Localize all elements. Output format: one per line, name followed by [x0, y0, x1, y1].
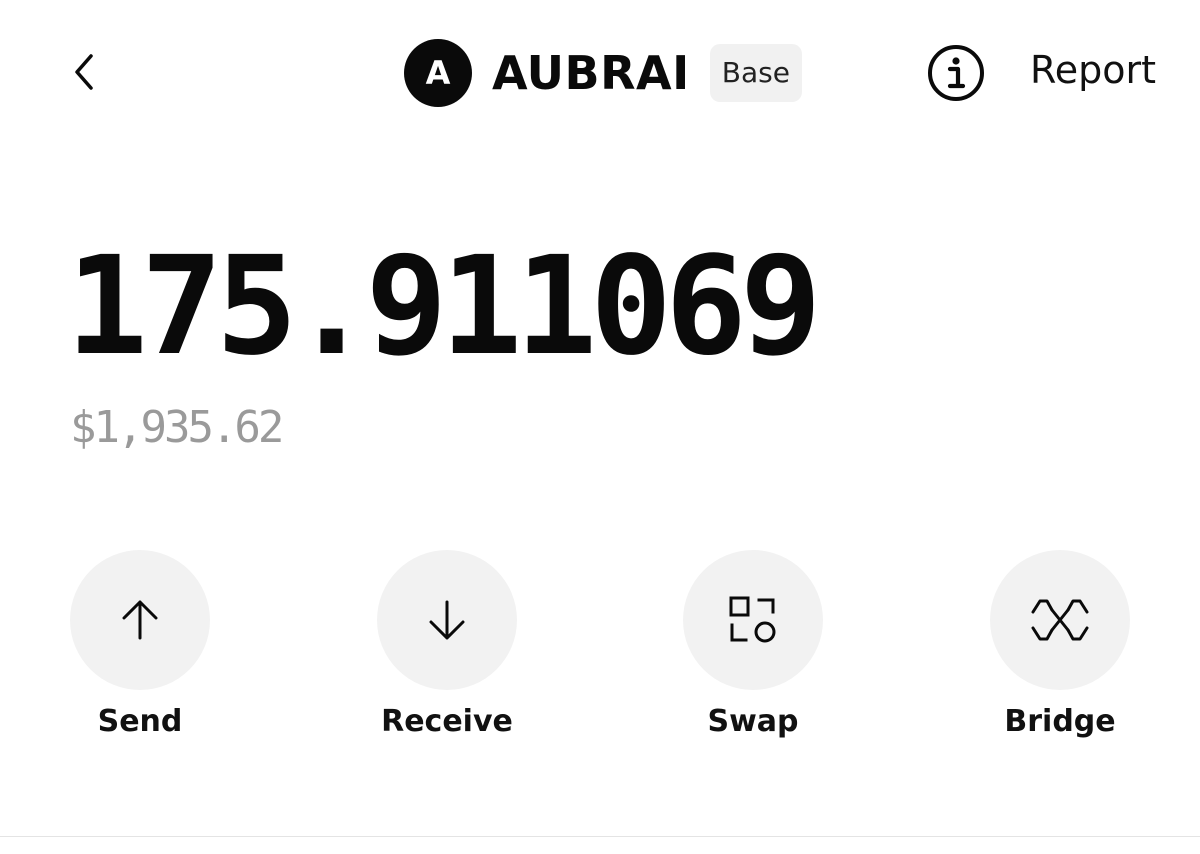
- bridge-icon: [1031, 599, 1089, 641]
- network-badge: Base: [709, 44, 802, 102]
- send-button-circle[interactable]: [70, 550, 210, 690]
- swap-label: Swap: [707, 704, 799, 739]
- token-name: AUBRAI: [492, 46, 690, 100]
- token-balance: 175.911069: [66, 228, 822, 386]
- info-button[interactable]: [926, 43, 986, 103]
- arrow-up-icon: [122, 600, 158, 640]
- chevron-left-icon: [75, 54, 93, 90]
- divider: [0, 836, 1200, 837]
- receive-button[interactable]: Receive: [347, 550, 547, 739]
- report-link[interactable]: Report: [1030, 48, 1156, 92]
- swap-button[interactable]: Swap: [653, 550, 853, 739]
- token-avatar: A: [404, 39, 472, 107]
- send-button[interactable]: Send: [40, 550, 240, 739]
- swap-icon: [729, 596, 776, 643]
- bridge-button-circle[interactable]: [990, 550, 1130, 690]
- back-button[interactable]: [58, 46, 110, 98]
- send-label: Send: [97, 704, 183, 739]
- info-icon: [928, 45, 984, 101]
- receive-label: Receive: [381, 704, 513, 739]
- bridge-button[interactable]: Bridge: [960, 550, 1160, 739]
- bridge-label: Bridge: [1004, 704, 1116, 739]
- swap-button-circle[interactable]: [683, 550, 823, 690]
- receive-button-circle[interactable]: [377, 550, 517, 690]
- token-header: A AUBRAI Base: [404, 38, 802, 108]
- arrow-down-icon: [429, 600, 465, 640]
- fiat-balance: $1,935.62: [70, 402, 284, 453]
